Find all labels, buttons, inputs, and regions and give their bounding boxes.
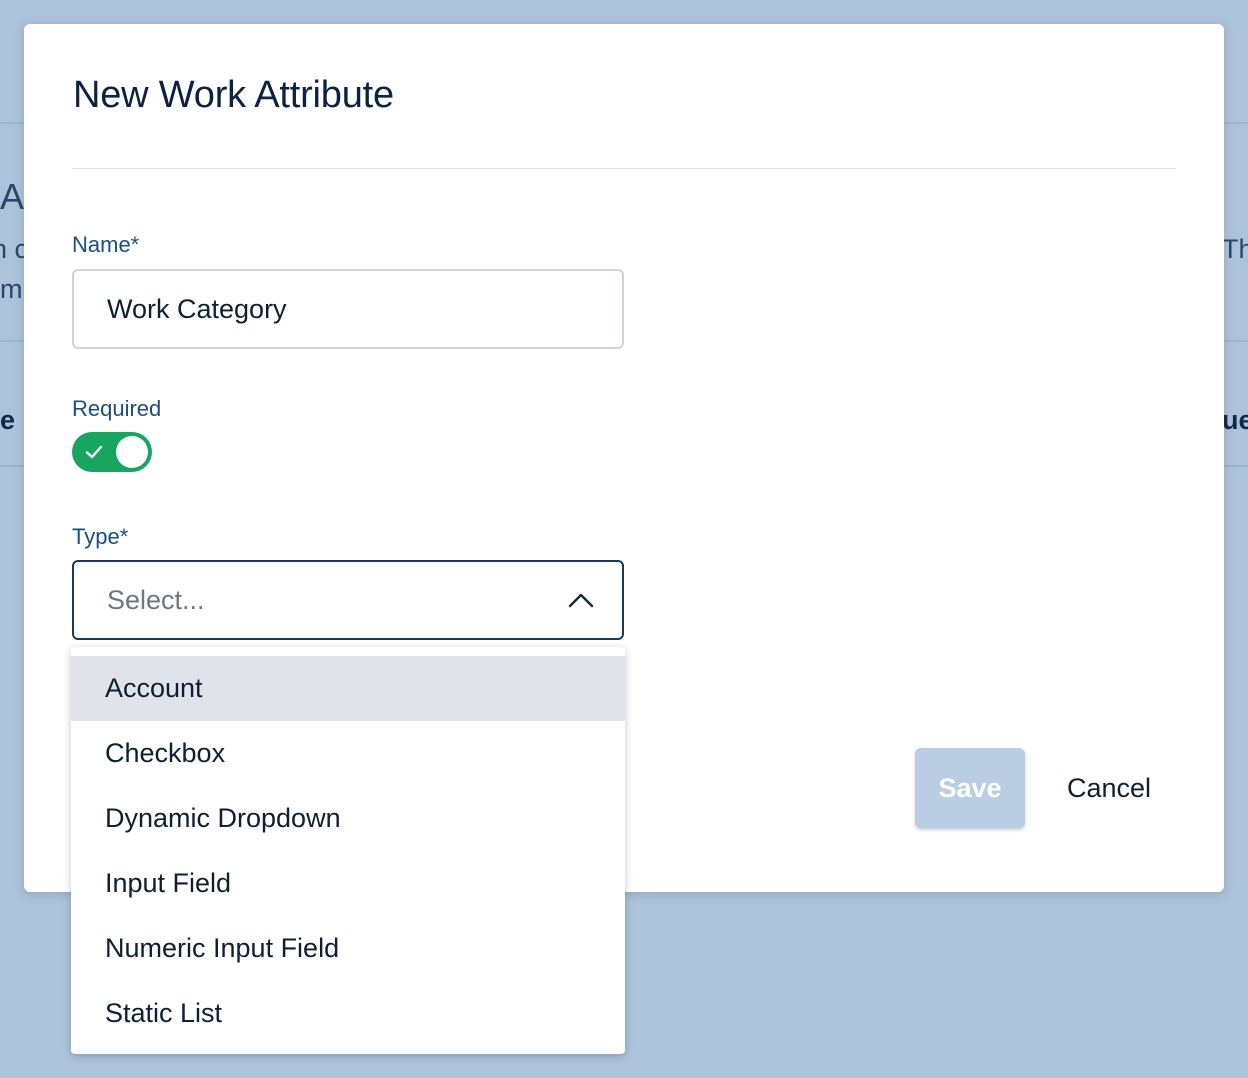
title-divider xyxy=(72,168,1176,169)
name-label: Name* xyxy=(72,232,140,257)
option-dynamic-dropdown[interactable]: Dynamic Dropdown xyxy=(71,786,625,851)
background-column-fragment: e xyxy=(0,405,16,435)
background-column-fragment: ue xyxy=(1222,405,1248,435)
type-select[interactable]: Select... xyxy=(72,560,624,640)
option-checkbox[interactable]: Checkbox xyxy=(71,721,625,786)
required-toggle[interactable] xyxy=(72,432,152,472)
name-input-value: Work Category xyxy=(107,293,287,324)
toggle-knob xyxy=(116,436,148,468)
background-text-fragment: m xyxy=(0,274,23,304)
background-heading-fragment: A xyxy=(0,176,25,217)
check-icon xyxy=(85,445,103,459)
option-static-list[interactable]: Static List xyxy=(71,981,625,1046)
option-input-field[interactable]: Input Field xyxy=(71,851,625,916)
required-label: Required xyxy=(72,396,162,421)
type-options-menu: Account Checkbox Dynamic Dropdown Input … xyxy=(71,647,625,1054)
background-text-fragment: Th xyxy=(1222,234,1248,264)
option-numeric-input-field[interactable]: Numeric Input Field xyxy=(71,916,625,981)
type-select-placeholder: Select... xyxy=(107,584,205,615)
name-input[interactable]: Work Category xyxy=(72,269,624,349)
save-button[interactable]: Save xyxy=(915,748,1025,828)
modal-title: New Work Attribute xyxy=(73,74,394,116)
type-label: Type* xyxy=(72,524,129,549)
chevron-up-icon xyxy=(568,593,594,608)
cancel-button[interactable]: Cancel xyxy=(1046,748,1172,828)
option-account[interactable]: Account xyxy=(71,656,625,721)
